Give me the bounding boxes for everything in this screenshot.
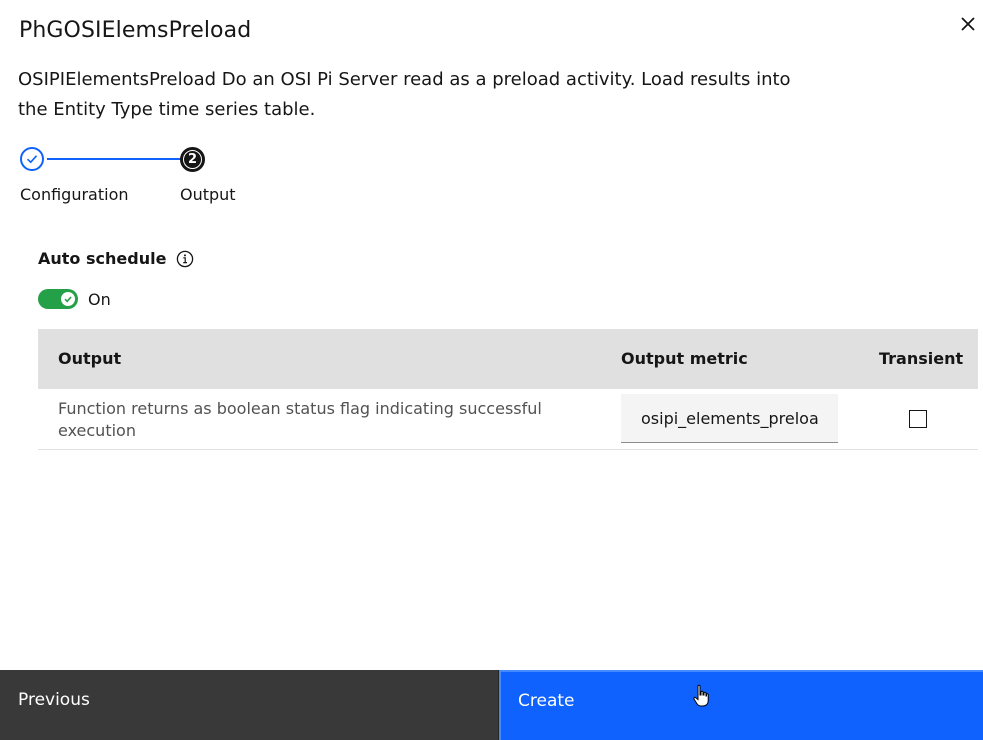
previous-button[interactable]: Previous <box>0 670 499 740</box>
column-header-output-metric: Output metric <box>621 349 748 368</box>
table-header: Output Output metric Transient <box>38 329 978 389</box>
progress-line <box>47 158 181 160</box>
output-description: Function returns as boolean status flag … <box>58 399 542 440</box>
auto-schedule-toggle[interactable] <box>38 289 78 309</box>
hand-cursor-icon <box>693 684 709 713</box>
output-metric-input[interactable] <box>621 394 838 443</box>
step-current-icon: 2 <box>180 147 205 172</box>
transient-checkbox[interactable] <box>909 410 927 428</box>
toggle-state-label: On <box>88 289 111 309</box>
modal-description: OSIPIElementsPreload Do an OSI Pi Server… <box>18 69 791 120</box>
modal-dialog: PhGOSIElemsPreload OSIPIElementsPreload … <box>0 0 983 740</box>
toggle-check-icon <box>61 292 75 306</box>
create-button-label: Create <box>518 691 575 711</box>
auto-schedule-label: Auto schedule <box>38 249 167 268</box>
column-header-transient: Transient <box>879 349 964 368</box>
progress-indicator: 2 Configuration Output <box>18 144 258 214</box>
table-row: Function returns as boolean status flag … <box>38 389 978 450</box>
modal-footer: Previous Create <box>0 670 983 740</box>
step-label-output: Output <box>180 185 236 204</box>
output-table: Output Output metric Transient Function … <box>38 329 978 450</box>
auto-schedule-toggle-row: On <box>38 289 111 309</box>
auto-schedule-label-row: Auto schedule <box>38 249 194 268</box>
column-header-output: Output <box>58 349 122 368</box>
create-button[interactable]: Create <box>499 670 983 740</box>
modal-title: PhGOSIElemsPreload <box>19 18 252 43</box>
step-number: 2 <box>183 150 202 169</box>
info-icon[interactable] <box>176 250 194 268</box>
close-icon <box>961 16 975 35</box>
step-label-configuration[interactable]: Configuration <box>20 185 129 204</box>
close-button[interactable] <box>953 10 983 40</box>
step-complete-icon <box>20 147 44 171</box>
